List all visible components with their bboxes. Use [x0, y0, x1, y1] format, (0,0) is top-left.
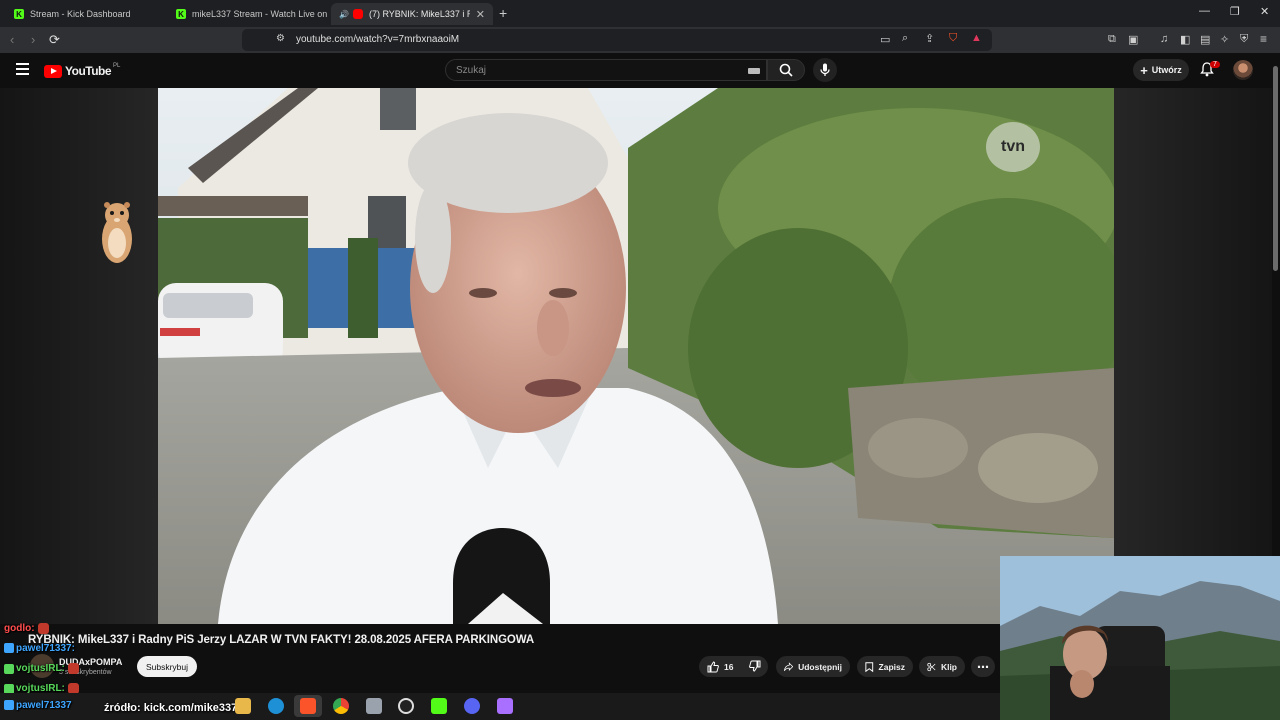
voice-search-button[interactable]: [813, 58, 837, 82]
chrome-icon[interactable]: [333, 698, 349, 714]
tab-title: mikeL337 Stream - Watch Live on: [192, 9, 328, 19]
menu-icon[interactable]: ≡: [1260, 32, 1267, 46]
like-count: 16: [724, 661, 734, 672]
sidebar-icon[interactable]: ◧: [1180, 33, 1190, 46]
reload-icon[interactable]: ⟳: [49, 32, 60, 48]
badge-icon: [4, 663, 14, 674]
share-arrow-icon: [784, 661, 794, 671]
create-button[interactable]: + Utwórz: [1133, 59, 1189, 81]
chat-message: godlo:: [4, 623, 49, 634]
search-input[interactable]: Szukaj: [445, 59, 767, 81]
close-tab-icon[interactable]: ✕: [470, 8, 485, 21]
streamer-webcam: [1000, 556, 1280, 720]
emote-icon: [37, 623, 49, 634]
ambient-left-panel: [0, 88, 158, 624]
hamburger-menu-icon[interactable]: [16, 63, 29, 75]
badge-icon: [4, 700, 14, 711]
more-actions-button[interactable]: ⋯: [971, 656, 995, 677]
clip-button[interactable]: Klip: [919, 656, 965, 677]
back-icon[interactable]: ‹: [10, 32, 14, 47]
site-info-icon[interactable]: ⚙: [276, 33, 285, 44]
obs-icon[interactable]: [398, 698, 414, 714]
zoom-icon[interactable]: ⌕: [902, 32, 908, 45]
more-dots-icon: ⋯: [977, 659, 989, 674]
leo-ai-icon[interactable]: ✧: [1220, 33, 1229, 46]
restore-icon[interactable]: ❐: [1230, 5, 1240, 18]
plus-icon: +: [1140, 62, 1148, 78]
page-scrollbar-thumb[interactable]: [1273, 66, 1278, 271]
brave-icon[interactable]: [300, 698, 316, 714]
like-dislike-group: 16: [699, 656, 768, 677]
like-button[interactable]: 16: [707, 660, 734, 673]
video-title: RYBNIK: MikeL337 i Radny PiS Jerzy LAZAR…: [28, 634, 535, 646]
save-button[interactable]: Zapisz: [857, 656, 913, 677]
brave-rewards-icon[interactable]: ▲: [971, 32, 982, 44]
app-icon[interactable]: [366, 698, 382, 714]
emote-icon: [67, 663, 79, 674]
badge-icon: [4, 683, 14, 694]
discord-icon[interactable]: [464, 698, 480, 714]
chat-message: pawel71337:: [4, 643, 75, 654]
youtube-logo[interactable]: YouTube PL: [44, 63, 120, 78]
tab-title: Stream - Kick Dashboard: [30, 9, 131, 19]
tvn-watermark-logo: tvn: [986, 122, 1040, 172]
cast-icon[interactable]: ▭: [880, 33, 890, 46]
youtube-icon: [352, 9, 363, 19]
share-button[interactable]: Udostępnij: [776, 656, 850, 677]
minimize-icon[interactable]: —: [1199, 5, 1210, 17]
extensions-icon[interactable]: ⧉: [1108, 33, 1116, 46]
keyboard-icon[interactable]: [748, 68, 760, 74]
account-avatar[interactable]: [1233, 60, 1253, 80]
tab-title: (7) RYBNIK: MikeL337 i Radny: [368, 9, 470, 19]
scissors-icon: [927, 662, 936, 671]
share-icon[interactable]: ⇪: [925, 32, 934, 45]
streaming-app-icon[interactable]: [497, 698, 513, 714]
subscribe-button[interactable]: Subskrybuj: [137, 656, 197, 677]
screenshot-icon[interactable]: ▣: [1128, 33, 1138, 46]
search-icon: [779, 63, 793, 77]
media-icon[interactable]: ♫: [1160, 33, 1168, 45]
ambient-right-panel: [1114, 88, 1272, 556]
chat-username: godlo:: [4, 623, 35, 635]
edge-icon[interactable]: [268, 698, 284, 714]
tab-kick-dashboard[interactable]: K Stream - Kick Dashboard: [6, 3, 166, 25]
url-text: youtube.com/watch?v=7mrbxnaaoiM: [296, 34, 460, 45]
search-button[interactable]: [767, 59, 805, 81]
vpn-icon[interactable]: ⛨: [1240, 33, 1248, 46]
badge-icon: [4, 643, 14, 654]
chat-message: vojtusIRL:: [4, 663, 79, 674]
address-bar[interactable]: ⚙ youtube.com/watch?v=7mrbxnaaoiM ▭ ⌕ ⇪ …: [242, 29, 992, 51]
file-explorer-icon[interactable]: [235, 698, 251, 714]
thumbs-down-icon: [749, 660, 761, 672]
bookmark-save-icon: [865, 661, 874, 672]
video-player[interactable]: [158, 88, 1114, 624]
kick-app-icon[interactable]: [431, 698, 447, 714]
chat-username: pawel71337: [16, 700, 72, 711]
thumbs-up-icon: [707, 660, 719, 672]
tab-kick-stream[interactable]: K mikeL337 Stream - Watch Live on: [168, 3, 328, 25]
speaker-icon[interactable]: 🔊: [339, 10, 349, 19]
chat-username: vojtusIRL:: [16, 663, 65, 675]
kick-icon: K: [14, 9, 24, 19]
chat-username: pawel71337:: [16, 643, 75, 654]
microphone-icon: [820, 63, 830, 76]
notification-badge: 7: [1210, 61, 1220, 68]
window-close-icon[interactable]: ✕: [1260, 5, 1269, 18]
webcam-frame: [1000, 556, 1280, 720]
chat-message: pawel71337: [4, 700, 72, 711]
kick-icon: K: [176, 9, 186, 19]
wallet-icon[interactable]: ▤: [1200, 33, 1210, 46]
hamster-sticker: [102, 202, 132, 263]
new-tab-button[interactable]: +: [499, 5, 507, 21]
video-frame: [158, 88, 1114, 624]
dislike-button[interactable]: [749, 660, 761, 674]
youtube-play-icon: [44, 64, 62, 78]
tab-youtube-video[interactable]: 🔊 (7) RYBNIK: MikeL337 i Radny ✕: [331, 3, 493, 25]
forward-icon[interactable]: ›: [31, 32, 35, 47]
stream-source-caption: źródło: kick.com/mike337: [104, 702, 238, 714]
brave-shield-icon[interactable]: ⛉: [949, 32, 957, 45]
